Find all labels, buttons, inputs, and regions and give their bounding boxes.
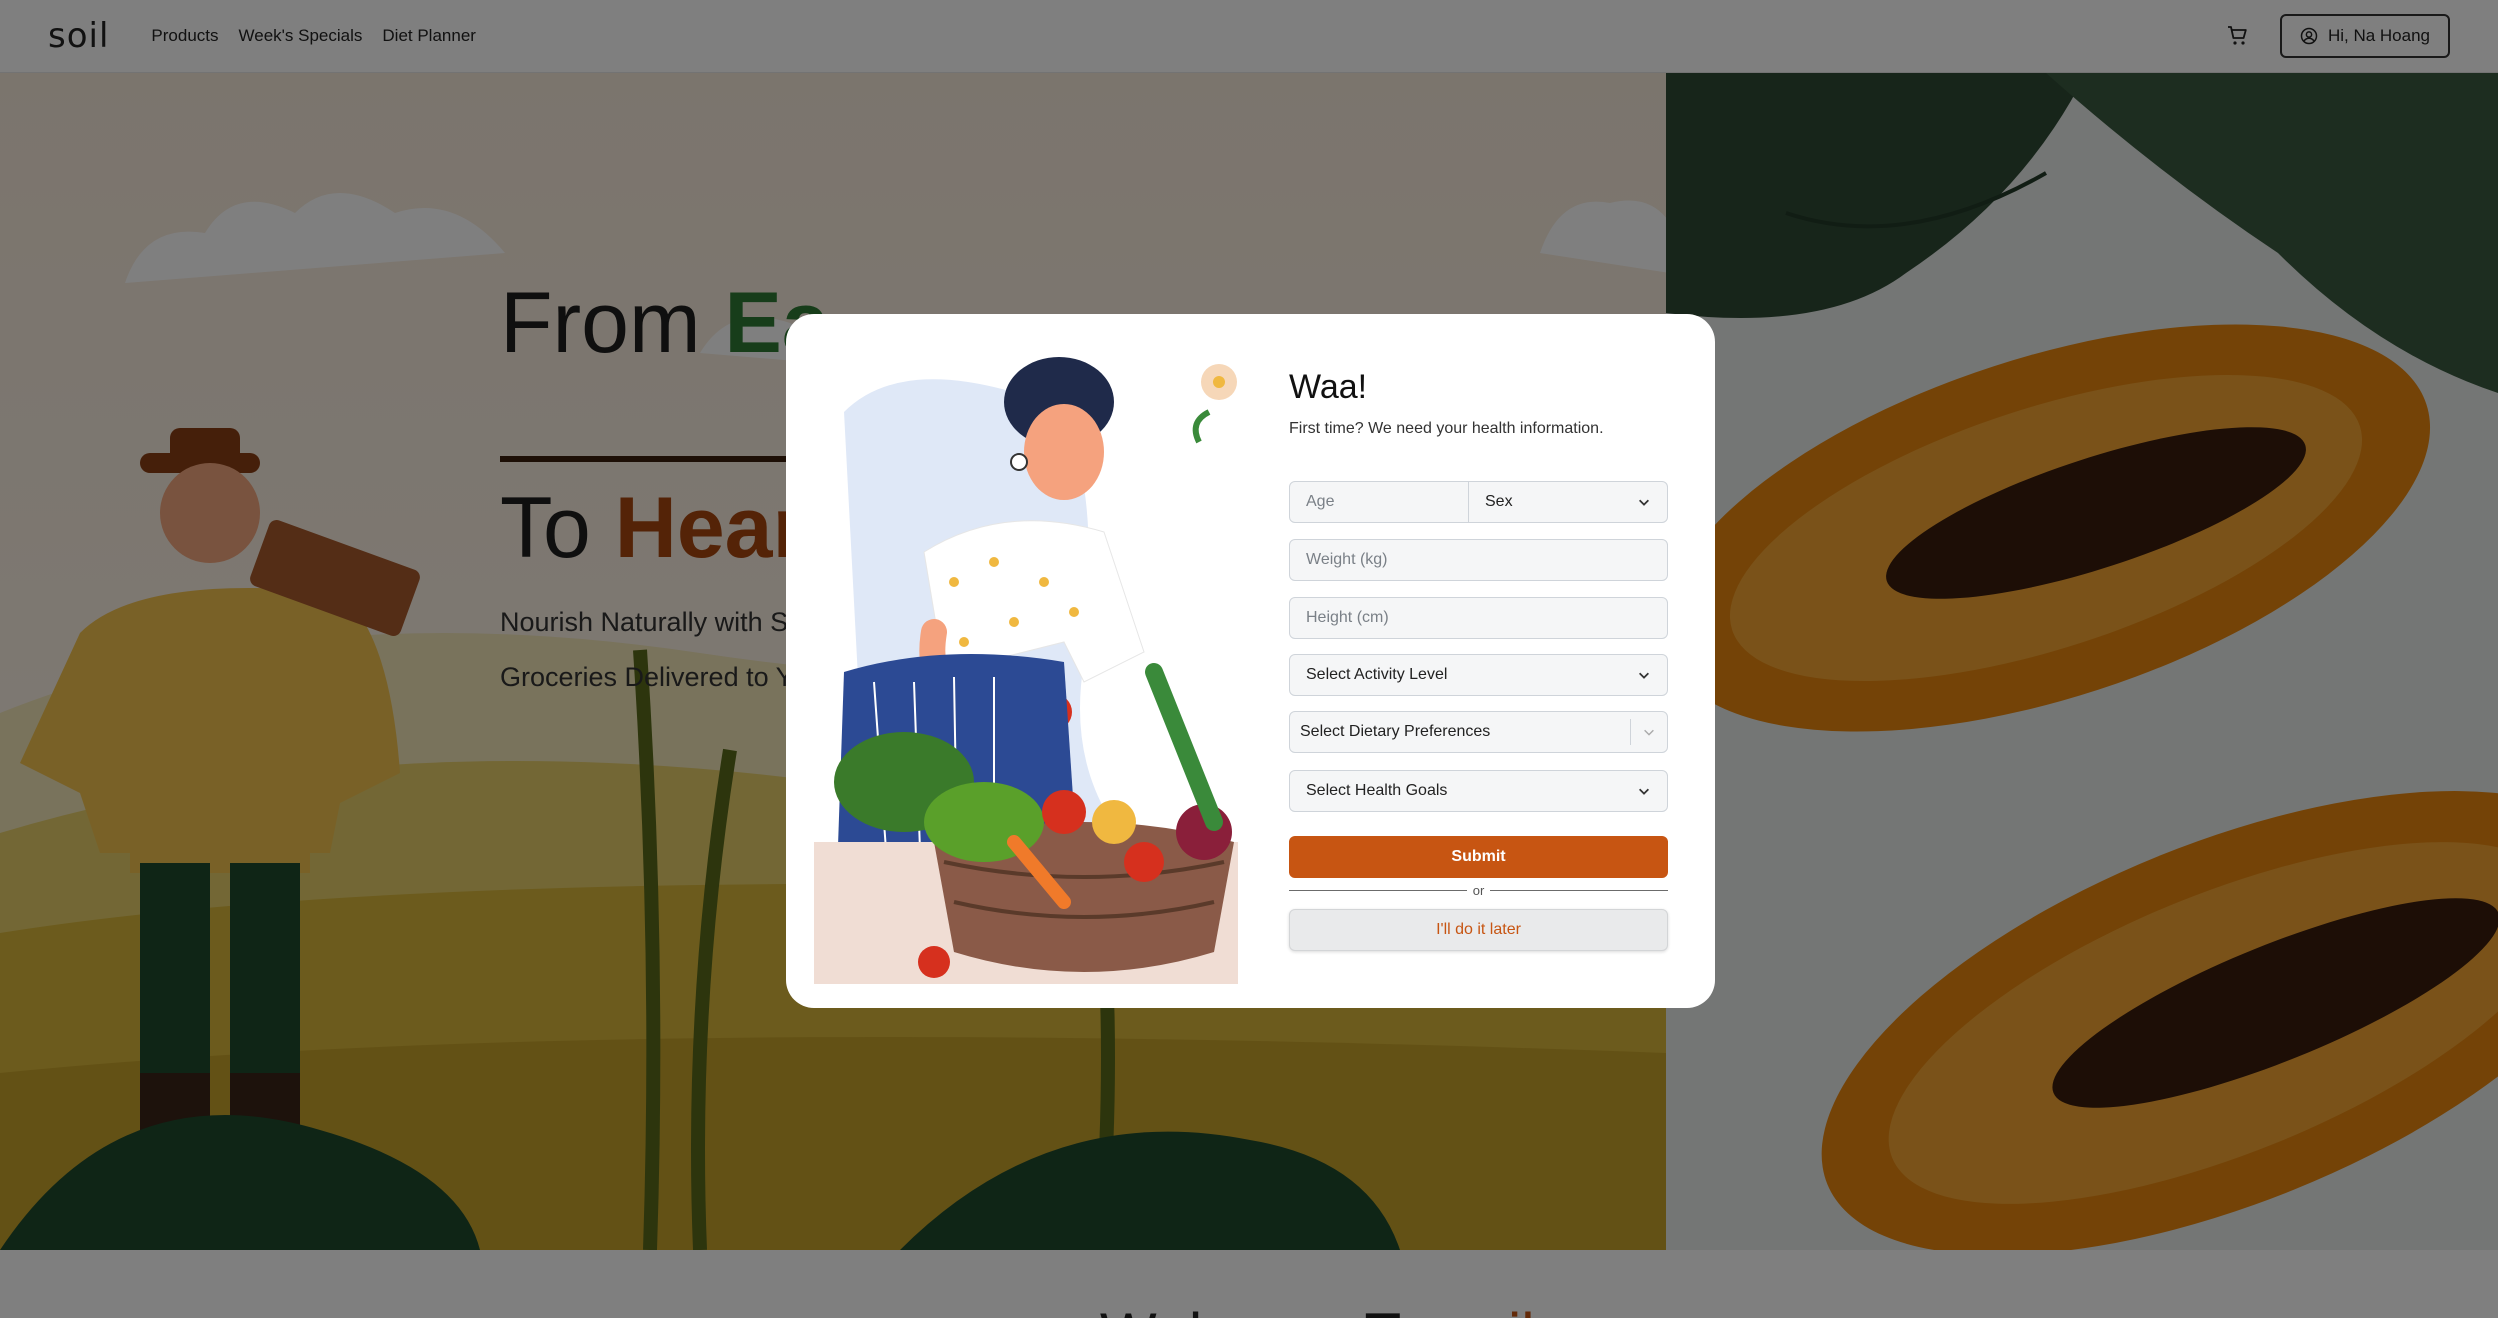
do-it-later-button[interactable]: I'll do it later (1289, 909, 1668, 951)
chevron-down-icon (1639, 499, 1649, 506)
modal-subtitle: First time? We need your health informat… (1289, 420, 1604, 437)
dropdown-indicator[interactable] (1631, 725, 1667, 739)
age-sex-row: Sex (1289, 481, 1668, 523)
chevron-down-icon (1639, 672, 1649, 679)
chevron-down-icon (1644, 729, 1654, 736)
health-goals-label: Select Health Goals (1306, 782, 1448, 799)
divider-line (1490, 889, 1668, 891)
activity-level-label: Select Activity Level (1306, 666, 1448, 683)
age-field[interactable] (1289, 481, 1469, 523)
sex-select[interactable]: Sex (1469, 481, 1668, 523)
activity-level-select[interactable]: Select Activity Level (1289, 654, 1668, 696)
dietary-preferences-label: Select Dietary Preferences (1300, 723, 1491, 740)
divider-line (1289, 889, 1467, 891)
or-divider: or (1289, 882, 1668, 898)
weight-field[interactable] (1289, 539, 1668, 581)
health-goals-select[interactable]: Select Health Goals (1289, 770, 1668, 812)
sex-select-label: Sex (1485, 493, 1513, 510)
height-field[interactable] (1289, 597, 1668, 639)
age-input[interactable] (1306, 493, 1452, 511)
woman-vegetable-basket-illustration (814, 342, 1238, 984)
modal-illustration (814, 342, 1238, 984)
weight-input[interactable] (1306, 551, 1651, 569)
chevron-down-icon (1639, 788, 1649, 795)
health-info-modal: Waa! First time? We need your health inf… (786, 314, 1715, 1008)
height-input[interactable] (1306, 609, 1651, 627)
modal-title: Waa! (1289, 368, 1368, 406)
dietary-preferences-select[interactable]: Select Dietary Preferences (1289, 711, 1668, 753)
or-label: or (1472, 882, 1485, 898)
submit-button[interactable]: Submit (1289, 836, 1668, 878)
